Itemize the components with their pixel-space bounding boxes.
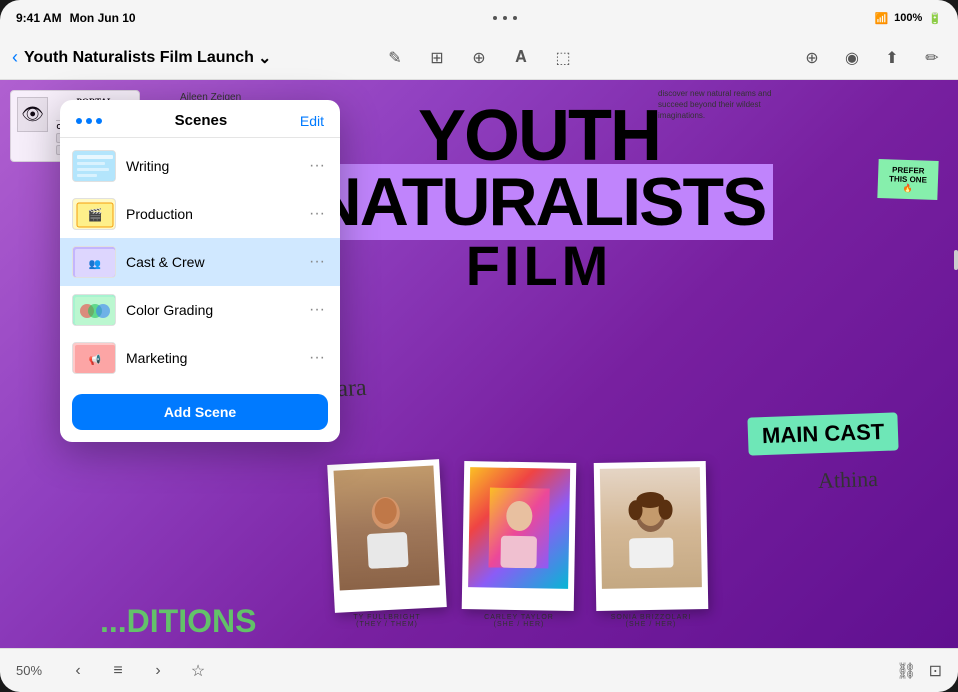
- battery-icon: 🔋: [928, 12, 942, 25]
- scene-item-marketing[interactable]: 📢 Marketing ···: [60, 334, 340, 382]
- main-area: Aileen Zeigen discover new natural reams…: [0, 80, 958, 648]
- scene-label-production: Production: [126, 206, 296, 222]
- scenes-list: Writing ··· 🎬 Production ···: [60, 138, 340, 386]
- toolbar-center: ✎ ⊞ ⊕ 𝐀 ⬚: [381, 44, 577, 72]
- scene-thumb-color: [72, 294, 116, 326]
- scene-label-color: Color Grading: [126, 302, 296, 318]
- scene-thumb-cast: 👥: [72, 246, 116, 278]
- dropdown-icon[interactable]: ⌄: [258, 48, 271, 68]
- title-naturalists-wrapper: ✿ NATURALISTS: [305, 172, 774, 233]
- scene-more-cast[interactable]: ···: [306, 251, 328, 273]
- cast-member-3: SONIA BRIZZOLARI (SHE / HER): [595, 462, 707, 628]
- cast-name-2: CARLEY TAYLOR (SHE / HER): [484, 614, 554, 628]
- scenes-title: Scenes: [175, 112, 228, 129]
- cast-member-2: CARLEY TAYLOR (SHE / HER): [463, 462, 575, 628]
- svg-text:📢: 📢: [89, 353, 101, 366]
- status-center: [493, 16, 517, 20]
- scene-more-color[interactable]: ···: [306, 299, 328, 321]
- status-left: 9:41 AM Mon Jun 10: [16, 11, 136, 25]
- wifi-icon: 📶: [874, 12, 888, 25]
- edit-icon[interactable]: ✏: [918, 44, 946, 72]
- person3-photo: [600, 467, 702, 589]
- link-chain-icon[interactable]: ⛓: [896, 661, 916, 681]
- scenes-edit-button[interactable]: Edit: [300, 113, 324, 129]
- back-button[interactable]: ‹: [12, 47, 18, 68]
- scenes-panel: Scenes Edit Writing: [60, 100, 340, 442]
- title-naturalists: NATURALISTS: [305, 172, 774, 233]
- cast-name-1: TY FULLBRIGHT (THEY / THEM): [353, 614, 420, 628]
- polaroid-1: [327, 459, 447, 613]
- scenes-dots-icon[interactable]: [76, 118, 102, 124]
- collaboration-icon[interactable]: ⊕: [798, 44, 826, 72]
- person1-photo: [334, 465, 440, 590]
- prev-slide-button[interactable]: ‹: [64, 657, 92, 685]
- status-time: 9:41 AM: [16, 11, 62, 25]
- status-right: 📶 100% 🔋: [874, 12, 942, 25]
- cast-name-3: SONIA BRIZZOLARI (SHE / HER): [611, 614, 692, 628]
- battery-level: 100%: [894, 12, 922, 24]
- bottom-toolbar: 50% ‹ ≡ › ☆ ⛓ ⊡: [0, 648, 958, 692]
- ipad-frame: 9:41 AM Mon Jun 10 📶 100% 🔋 ‹ Youth Natu…: [0, 0, 958, 692]
- svg-text:👥: 👥: [89, 259, 101, 270]
- postit-note: PREFER THIS ONE 🔥: [877, 159, 938, 200]
- scene-thumb-marketing: 📢: [72, 342, 116, 374]
- share-icon[interactable]: ⬆: [878, 44, 906, 72]
- bottom-text: ...DITIONS: [100, 603, 256, 640]
- textbox-icon[interactable]: 𝐀: [507, 44, 535, 72]
- star-button[interactable]: ☆: [184, 657, 212, 685]
- svg-text:🎬: 🎬: [88, 208, 103, 222]
- grid-view-icon[interactable]: ⊡: [929, 661, 942, 681]
- person-icon[interactable]: ◉: [838, 44, 866, 72]
- toolbar-right: ⊕ ◉ ⬆ ✏: [585, 44, 946, 72]
- scene-more-writing[interactable]: ···: [306, 155, 328, 177]
- scene-item-cast-crew[interactable]: 👥 Cast & Crew ···: [60, 238, 340, 286]
- scene-more-marketing[interactable]: ···: [306, 347, 328, 369]
- add-scene-button[interactable]: Add Scene: [72, 394, 328, 430]
- next-slide-button[interactable]: ›: [144, 657, 172, 685]
- status-day: Mon Jun 10: [70, 11, 136, 25]
- document-title[interactable]: Youth Naturalists Film Launch ⌄: [24, 48, 271, 68]
- scene-thumb-production: 🎬: [72, 198, 116, 230]
- scene-item-writing[interactable]: Writing ···: [60, 142, 340, 190]
- pencil-icon[interactable]: ✎: [381, 44, 409, 72]
- scene-item-color-grading[interactable]: Color Grading ···: [60, 286, 340, 334]
- layout-icon[interactable]: ⊞: [423, 44, 451, 72]
- cast-member-1: TY FULLBRIGHT (THEY / THEM): [331, 462, 443, 628]
- scene-label-cast: Cast & Crew: [126, 254, 296, 270]
- scene-item-production[interactable]: 🎬 Production ···: [60, 190, 340, 238]
- link-icon[interactable]: ⊕: [465, 44, 493, 72]
- toolbar-left: ‹ Youth Naturalists Film Launch ⌄: [12, 47, 373, 68]
- zoom-level[interactable]: 50%: [16, 663, 52, 678]
- slide-edge-indicator: [954, 250, 958, 270]
- main-cast-label: MAIN CAST: [747, 412, 898, 455]
- scene-label-marketing: Marketing: [126, 350, 296, 366]
- person2-photo: [468, 467, 570, 589]
- media-icon[interactable]: ⬚: [549, 44, 577, 72]
- slide-list-button[interactable]: ≡: [104, 657, 132, 685]
- status-bar: 9:41 AM Mon Jun 10 📶 100% 🔋: [0, 0, 958, 36]
- top-toolbar: ‹ Youth Naturalists Film Launch ⌄ ✎ ⊞ ⊕ …: [0, 36, 958, 80]
- scene-label-writing: Writing: [126, 158, 296, 174]
- scenes-header: Scenes Edit: [60, 100, 340, 138]
- scene-more-production[interactable]: ···: [306, 203, 328, 225]
- polaroid-2: [462, 461, 577, 611]
- eye-icon: 👁: [17, 97, 48, 132]
- polaroid-3: [594, 461, 709, 611]
- bottom-right-icons: ⛓ ⊡: [896, 661, 942, 681]
- scene-thumb-writing: [72, 150, 116, 182]
